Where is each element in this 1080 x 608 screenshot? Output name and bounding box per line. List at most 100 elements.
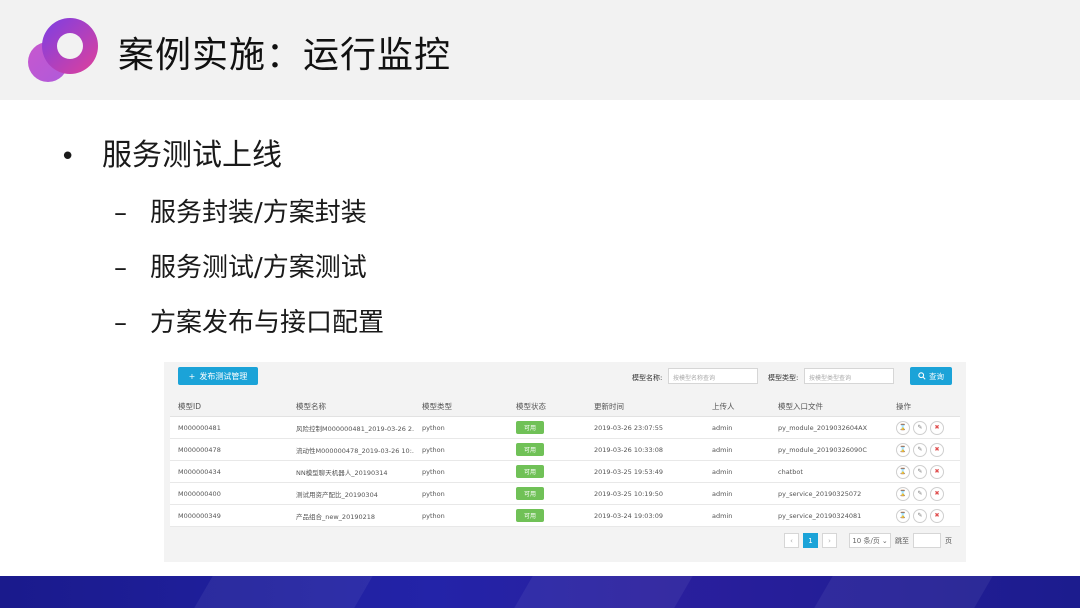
chevron-down-icon: ⌄ [881, 536, 888, 545]
sub-bullet-text: 方案发布与接口配置 [150, 308, 385, 338]
dash-marker: – [114, 253, 127, 283]
goto-page-input[interactable] [913, 533, 941, 548]
column-header[interactable]: 模型名称 [288, 396, 414, 417]
hourglass-icon[interactable]: ⌛ [896, 486, 910, 501]
sub-bullet-text: 服务封装/方案封装 [150, 198, 367, 228]
publish-test-button[interactable]: + 发布测试管理 [178, 367, 258, 385]
dash-marker: – [114, 198, 127, 228]
bullet-dot: • [60, 142, 76, 172]
model-management-panel: + 发布测试管理 模型名称: 按模型名称查询 模型类型: 按模型类型查询 查询 … [164, 362, 966, 562]
column-header[interactable]: 更新时间 [586, 396, 704, 417]
row-actions: ⌛ ✎ ✖ [896, 420, 944, 435]
model-name: 流动性M000000478_2019-03-26 10:... [288, 438, 414, 461]
table-row[interactable]: M000000478 流动性M000000478_2019-03-26 10:.… [170, 438, 960, 461]
page-size-select[interactable]: 10 条/页 ⌄ [849, 533, 891, 548]
sub-bullet-1: – 服务封装/方案封装 [114, 192, 367, 229]
row-actions: ⌛ ✎ ✖ [896, 486, 944, 501]
model-name: NN模型聊天机器人_20190314 [288, 460, 414, 483]
table-row[interactable]: M000000481 风险控制M000000481_2019-03-26 2..… [170, 416, 960, 439]
table-row[interactable]: M000000400 测试用资产配比_20190304 python 可用 20… [170, 482, 960, 505]
hourglass-icon[interactable]: ⌛ [896, 508, 910, 523]
next-page-button[interactable]: › [822, 533, 837, 548]
table-row[interactable]: M000000349 产品组合_new_20190218 python 可用 2… [170, 504, 960, 527]
hourglass-icon[interactable]: ⌛ [896, 464, 910, 479]
delete-icon[interactable]: ✖ [930, 464, 944, 479]
status-badge: 可用 [516, 443, 545, 456]
model-name: 产品组合_new_20190218 [288, 504, 414, 527]
pagination: ‹ 1 › 10 条/页 ⌄ 跳至 页 [784, 533, 952, 548]
model-type: python [414, 438, 508, 461]
delete-icon[interactable]: ✖ [930, 508, 944, 523]
bullet-main-text: 服务测试上线 [102, 138, 282, 173]
entry-file: py_module_20190326090C [770, 438, 888, 461]
edit-icon[interactable]: ✎ [913, 464, 927, 479]
update-time: 2019-03-25 19:53:49 [586, 460, 704, 483]
uploader: admin [704, 460, 770, 483]
sub-bullet-2: – 服务测试/方案测试 [114, 247, 367, 284]
entry-file: py_module_2019032604AX [770, 416, 888, 439]
footer-band [0, 576, 1080, 608]
edit-icon[interactable]: ✎ [913, 486, 927, 501]
row-actions: ⌛ ✎ ✖ [896, 464, 944, 479]
delete-icon[interactable]: ✖ [930, 486, 944, 501]
model-id: M000000349 [170, 504, 288, 527]
status-badge: 可用 [516, 465, 545, 478]
entry-file: chatbot [770, 460, 888, 483]
uploader: admin [704, 482, 770, 505]
query-button[interactable]: 查询 [910, 367, 952, 385]
model-type: python [414, 504, 508, 527]
column-header[interactable]: 模型入口文件 [770, 396, 888, 417]
entry-file: py_service_20190324081 [770, 504, 888, 527]
table-row[interactable]: M000000434 NN模型聊天机器人_20190314 python 可用 … [170, 460, 960, 483]
goto-label: 跳至 [895, 536, 909, 545]
column-header[interactable]: 模型ID [170, 396, 288, 417]
model-type-input[interactable]: 按模型类型查询 [804, 368, 894, 384]
edit-icon[interactable]: ✎ [913, 442, 927, 457]
hourglass-icon[interactable]: ⌛ [896, 420, 910, 435]
column-header[interactable]: 模型类型 [414, 396, 508, 417]
model-type: python [414, 482, 508, 505]
column-header[interactable]: 上传人 [704, 396, 770, 417]
status-badge: 可用 [516, 487, 545, 500]
edit-icon[interactable]: ✎ [913, 508, 927, 523]
query-label: 查询 [929, 371, 944, 381]
update-time: 2019-03-24 19:03:09 [586, 504, 704, 527]
bullet-main: • 服务测试上线 [60, 130, 282, 174]
model-id: M000000481 [170, 416, 288, 439]
update-time: 2019-03-25 10:19:50 [586, 482, 704, 505]
update-time: 2019-03-26 10:33:08 [586, 438, 704, 461]
publish-test-label: 发布测试管理 [199, 371, 248, 381]
footer-decoration [502, 576, 698, 608]
prev-page-button[interactable]: ‹ [784, 533, 799, 548]
page-unit-label: 页 [945, 536, 952, 545]
hourglass-icon[interactable]: ⌛ [896, 442, 910, 457]
page-size-value: 10 条/页 [852, 536, 880, 545]
model-table: 模型ID 模型名称 模型类型 模型状态 更新时间 上传人 模型入口文件 操作 M… [170, 396, 960, 527]
model-type: python [414, 460, 508, 483]
search-icon [918, 372, 926, 380]
status-badge: 可用 [516, 421, 545, 434]
update-time: 2019-03-26 23:07:55 [586, 416, 704, 439]
edit-icon[interactable]: ✎ [913, 420, 927, 435]
footer-decoration [182, 576, 378, 608]
column-header[interactable]: 模型状态 [508, 396, 586, 417]
delete-icon[interactable]: ✖ [930, 442, 944, 457]
footer-decoration [802, 576, 998, 608]
row-actions: ⌛ ✎ ✖ [896, 508, 944, 523]
uploader: admin [704, 438, 770, 461]
model-type: python [414, 416, 508, 439]
sub-bullet-3: – 方案发布与接口配置 [114, 302, 384, 339]
dash-marker: – [114, 308, 127, 338]
uploader: admin [704, 504, 770, 527]
delete-icon[interactable]: ✖ [930, 420, 944, 435]
status-badge: 可用 [516, 509, 545, 522]
model-name-input[interactable]: 按模型名称查询 [668, 368, 758, 384]
model-type-label: 模型类型: [768, 374, 799, 382]
sub-bullet-text: 服务测试/方案测试 [150, 253, 367, 283]
model-id: M000000434 [170, 460, 288, 483]
row-actions: ⌛ ✎ ✖ [896, 442, 944, 457]
model-id: M000000478 [170, 438, 288, 461]
entry-file: py_service_20190325072 [770, 482, 888, 505]
logo-icon [28, 18, 98, 82]
page-1-button[interactable]: 1 [803, 533, 818, 548]
